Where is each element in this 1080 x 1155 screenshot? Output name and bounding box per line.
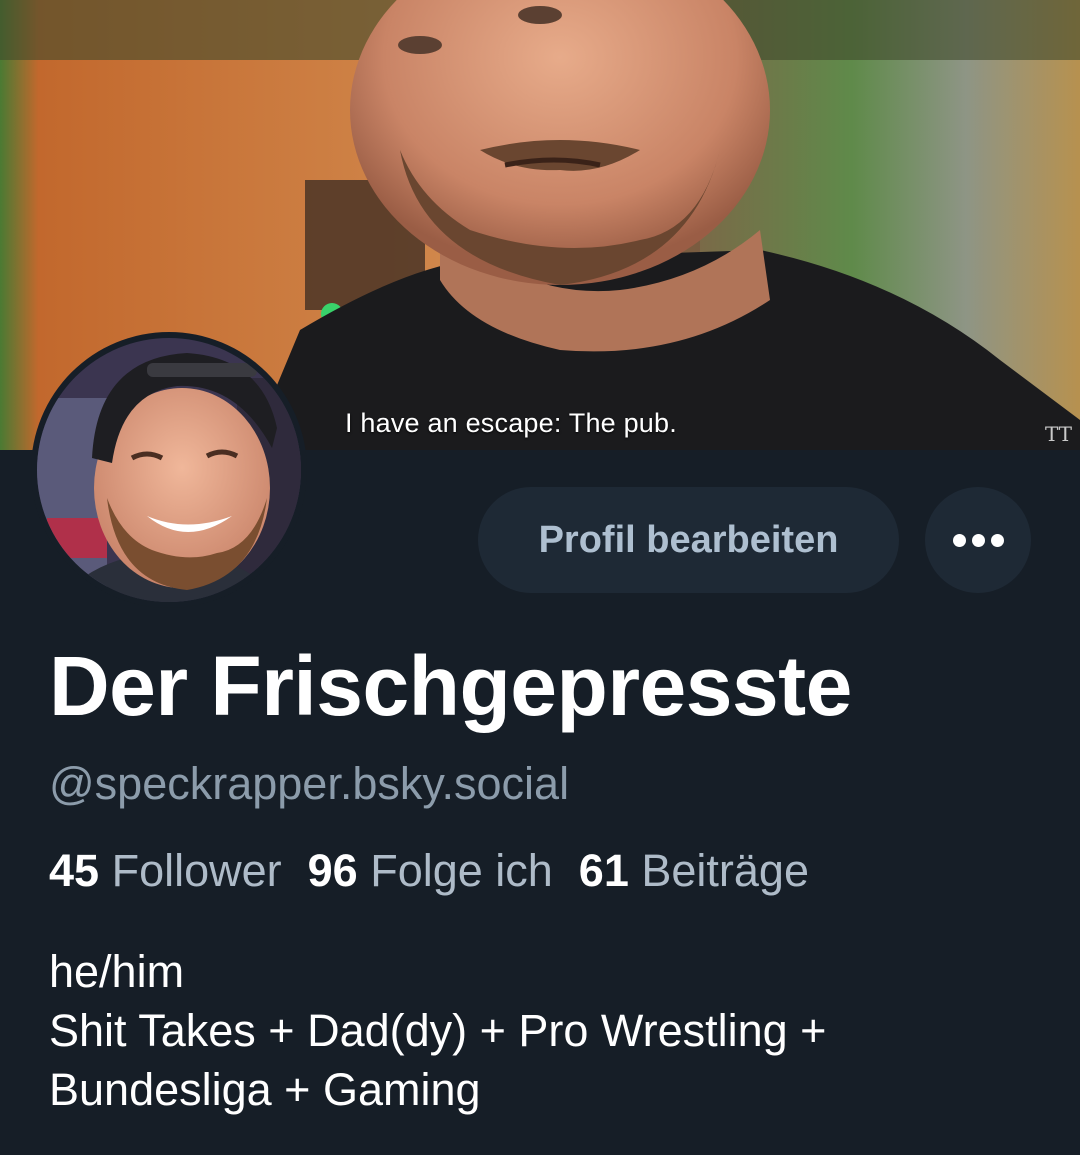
avatar[interactable]	[31, 332, 307, 608]
more-options-button[interactable]	[925, 487, 1031, 593]
following-stat[interactable]: 96 Folge ich	[308, 845, 553, 897]
bio-line: Shit Takes + Dad(dy) + Pro Wrestling +	[49, 1005, 827, 1056]
following-label: Folge ich	[370, 845, 553, 896]
followers-stat[interactable]: 45 Follower	[49, 845, 282, 897]
following-count: 96	[307, 845, 358, 896]
bio-line: he/him	[49, 946, 185, 997]
posts-label: Beiträge	[641, 845, 809, 896]
avatar-image	[37, 338, 301, 602]
profile-handle: @speckrapper.bsky.social	[49, 758, 570, 809]
display-name: Der Frischgepresste	[49, 639, 852, 733]
edit-profile-button[interactable]: Profil bearbeiten	[478, 487, 899, 593]
profile-page: I have an escape: The pub. TT Profil bea…	[0, 0, 1080, 1155]
banner-caption: I have an escape: The pub.	[345, 408, 677, 438]
posts-stat: 61 Beiträge	[579, 845, 809, 897]
profile-stats: 45 Follower 96 Folge ich 61 Beiträge	[49, 845, 809, 897]
bio-line: Bundesliga + Gaming	[49, 1064, 481, 1115]
profile-bio: he/him Shit Takes + Dad(dy) + Pro Wrestl…	[49, 942, 1049, 1119]
followers-count: 45	[49, 845, 100, 896]
banner-watermark: TT	[1044, 422, 1072, 446]
posts-count: 61	[578, 845, 629, 896]
ellipsis-icon	[952, 533, 1004, 547]
followers-label: Follower	[111, 845, 282, 896]
